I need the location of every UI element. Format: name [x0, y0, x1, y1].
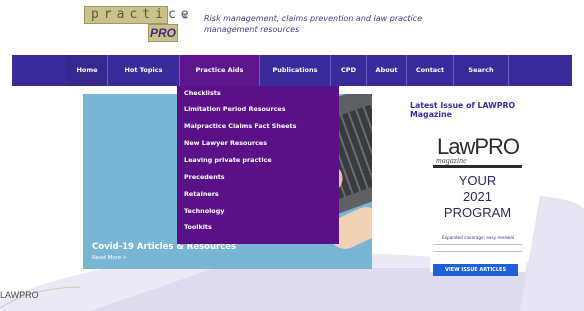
dropdown-item-malpractice-claims[interactable]: Malpractice Claims Fact Sheets	[184, 122, 296, 130]
magazine-subtitle: magazine	[436, 156, 467, 165]
nav-cpd[interactable]: CPD	[330, 55, 366, 86]
magazine-cover[interactable]: LawPRO magazine YOUR 2021 PROGRAM Expand…	[430, 134, 526, 272]
nav-practice-aids[interactable]: Practice Aids	[179, 55, 259, 86]
headline-line-3: PROGRAM	[443, 205, 512, 220]
site-tagline: Risk management, claims prevention and l…	[204, 14, 423, 34]
dropdown-item-retainers[interactable]: Retainers	[184, 190, 219, 198]
magazine-divider	[433, 165, 522, 168]
nav-search[interactable]: Search	[453, 55, 509, 86]
logo-practice-text: practice	[84, 6, 189, 24]
nav-home[interactable]: Home	[67, 55, 107, 86]
headline-line-1: YOUR	[458, 173, 497, 188]
magazine-headline: YOUR 2021 PROGRAM	[433, 173, 522, 221]
footer-lawpro-logo: LAWPRO	[0, 290, 39, 300]
magazine-caption: Expanded coverage; easy renewal	[441, 235, 515, 240]
site-header: practice PRO ® Risk management, claims p…	[0, 0, 584, 52]
dropdown-item-limitation-period[interactable]: Limitation Period Resources	[184, 105, 286, 113]
dropdown-item-new-lawyer[interactable]: New Lawyer Resources	[184, 139, 267, 147]
nav-hot-topics[interactable]: Hot Topics	[107, 55, 179, 86]
nav-contact[interactable]: Contact	[406, 55, 453, 86]
sidebar-title: Latest Issue of LAWPRO Magazine	[410, 101, 516, 119]
practice-aids-dropdown: Checklists Limitation Period Resources M…	[177, 86, 339, 244]
logo-registered-mark: ®	[182, 14, 188, 21]
nav-about[interactable]: About	[366, 55, 406, 86]
dropdown-item-checklists[interactable]: Checklists	[184, 89, 221, 97]
nav-publications[interactable]: Publications	[259, 55, 330, 86]
dropdown-item-technology[interactable]: Technology	[184, 207, 224, 215]
headline-line-2: 2021	[463, 189, 492, 204]
main-nav: Home Hot Topics Practice Aids Publicatio…	[12, 55, 572, 86]
logo-pro-text: PRO	[148, 24, 178, 42]
dropdown-item-leaving-practice[interactable]: Leaving private practice	[184, 156, 272, 164]
view-issue-button[interactable]: VIEW ISSUE ARTICLES	[433, 264, 518, 276]
feature-read-more-link[interactable]: Read More »	[92, 255, 126, 261]
dropdown-item-toolkits[interactable]: Toolkits	[184, 223, 212, 231]
magazine-sidebar: Latest Issue of LAWPRO Magazine LawPRO m…	[403, 101, 528, 277]
magazine-bottom-strip	[434, 244, 522, 252]
practicepro-logo[interactable]: practice PRO ®	[84, 6, 192, 44]
dropdown-item-precedents[interactable]: Precedents	[184, 173, 225, 181]
